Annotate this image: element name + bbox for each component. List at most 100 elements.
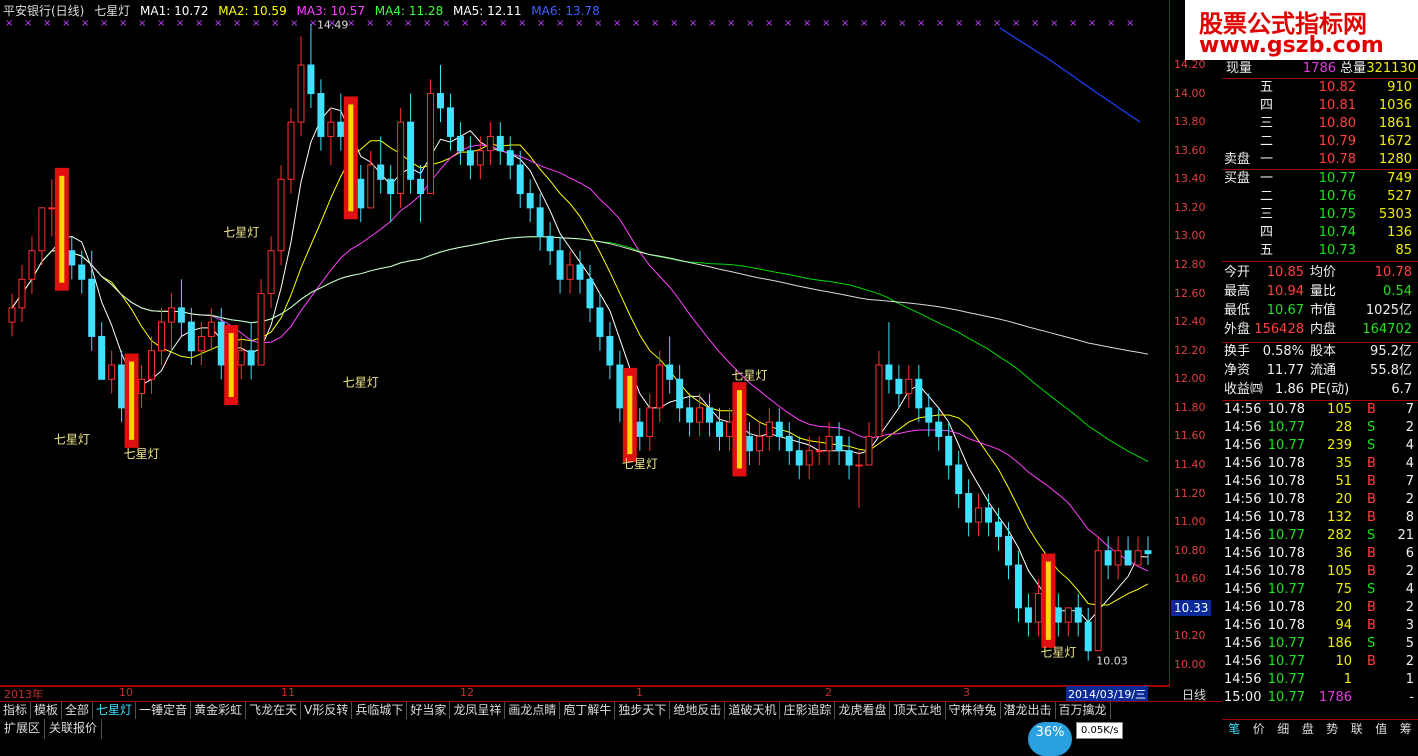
candle-body [926, 408, 932, 422]
indicator-tab[interactable]: 模板 [31, 702, 62, 719]
panel-tab[interactable]: 盘 [1296, 720, 1321, 740]
signal-marker: × [594, 18, 602, 29]
candle-body [826, 436, 832, 450]
indicator-tab[interactable]: 庄影追踪 [780, 702, 835, 719]
indicator-tab[interactable]: 顶天立地 [890, 702, 945, 719]
fund-row: 净资11.77流通55.8亿 [1222, 362, 1416, 380]
quote-cell: 21 [1397, 527, 1414, 545]
panel-tab[interactable]: 细 [1271, 720, 1296, 740]
quote-cell: 15:00 [1224, 689, 1261, 707]
candle-body [139, 379, 145, 393]
indicator-tab[interactable]: 画龙点睛 [505, 702, 560, 719]
signal-marker: × [195, 18, 203, 29]
price-tick: 13.40 [1174, 172, 1206, 185]
date-label-year: 2013年 [4, 686, 43, 702]
indicator-tab[interactable]: 一锤定音 [136, 702, 191, 719]
indicator-tab[interactable]: 独步天下 [615, 702, 670, 719]
indicator-tab[interactable]: 庖丁解牛 [560, 702, 615, 719]
candle-body [79, 265, 85, 279]
quote-cell: 10.67 [1267, 302, 1304, 320]
candle-body [836, 436, 842, 450]
panel-tab[interactable]: 联 [1345, 720, 1370, 740]
quote-cell: 10.75 [1319, 206, 1356, 224]
seven-star-label: 七星灯 [124, 447, 160, 461]
quote-cell: 1280 [1379, 151, 1412, 169]
indicator-tab[interactable]: 龙凤呈祥 [450, 702, 505, 719]
indicator-tab[interactable]: 黄金彩虹 [191, 702, 246, 719]
indicator-tab[interactable]: 守株待兔 [946, 702, 1001, 719]
seven-star-label: 七星灯 [622, 457, 658, 471]
candle-body [1125, 551, 1131, 565]
quote-cell: 14:56 [1224, 473, 1261, 491]
indicator-tab[interactable]: 七星灯 [93, 702, 136, 719]
candle-body [756, 436, 762, 450]
quote-cell: 收益㈣ [1224, 381, 1263, 399]
quote-cell: 55.8亿 [1370, 362, 1412, 380]
indicator-tab[interactable]: 飞龙在天 [246, 702, 301, 719]
ext-area-tab[interactable]: 扩展区 [0, 719, 45, 739]
panel-tab[interactable]: 筹 [1394, 720, 1418, 740]
indicator-tab[interactable]: 潜龙出击 [1001, 702, 1056, 719]
signal-marker: × [651, 18, 659, 29]
bid-row: 三10.755303 [1222, 206, 1416, 224]
candle-body [168, 308, 174, 322]
ma3-line [12, 145, 1148, 571]
indicator-tab[interactable]: 指标 [0, 702, 31, 719]
indicator-tab[interactable]: 道破天机 [725, 702, 780, 719]
quote-cell: B [1367, 599, 1376, 617]
kline-chart[interactable]: ××××××××××××××××××××××××××××××××××××××××… [0, 0, 1170, 686]
price-tick: 11.80 [1174, 401, 1206, 414]
site-logo: 股票公式指标网 www.gszb.com [1185, 0, 1418, 60]
quote-cell: 5 [1406, 635, 1414, 653]
chart-canvas[interactable]: ××××××××××××××××××××××××××××××××××××××××… [0, 0, 1170, 686]
quote-cell: 14:56 [1224, 653, 1261, 671]
signal-marker: × [119, 18, 127, 29]
quote-cell: 10 [1335, 653, 1352, 671]
quote-cell: 10.78 [1319, 151, 1356, 169]
panel-tabs: 笔价细盘势联值筹 [1222, 719, 1418, 740]
signal-marker: × [575, 18, 583, 29]
indicator-tab[interactable]: 百万擒龙 [1056, 702, 1111, 719]
candle-body [677, 379, 683, 408]
indicator-tab[interactable]: 龙虎看盘 [835, 702, 890, 719]
quote-cell: 三 [1260, 206, 1273, 224]
quote-cell: 最低 [1224, 302, 1250, 320]
seven-star-core [129, 362, 134, 440]
quote-cell: 35 [1335, 455, 1352, 473]
candle-body [707, 408, 713, 422]
indicator-tab[interactable]: 全部 [62, 702, 93, 719]
candle-body [248, 351, 254, 365]
panel-tab[interactable]: 价 [1247, 720, 1272, 740]
candle-body [288, 122, 294, 179]
related-quote-tab[interactable]: 关联报价 [45, 719, 102, 739]
candle-body [1135, 551, 1141, 565]
quote-cell: 10.78 [1268, 473, 1305, 491]
quote-cell: 1672 [1379, 133, 1412, 151]
quote-cell: 85 [1395, 242, 1412, 260]
tick-row: 14:5610.77239S4 [1222, 437, 1416, 455]
price-tick: 10.20 [1174, 629, 1206, 642]
indicator-tab[interactable]: 兵临城下 [352, 702, 407, 719]
candle-body [19, 279, 25, 308]
signal-marker: × [993, 18, 1001, 29]
signal-marker: × [841, 18, 849, 29]
tick-row: 14:5610.7710B2 [1222, 653, 1416, 671]
ask-row: 五10.82910 [1222, 79, 1416, 97]
fund-row: 换手0.58%股本95.2亿 [1222, 343, 1416, 361]
candle-body [667, 365, 673, 379]
indicator-tab[interactable]: 绝地反击 [670, 702, 725, 719]
quote-cell: 10.77 [1268, 581, 1305, 599]
indicator-tab[interactable]: 好当家 [407, 702, 450, 719]
signal-marker: × [43, 18, 51, 29]
indicator-tab[interactable]: V形反转 [301, 702, 352, 719]
panel-tab[interactable]: 值 [1369, 720, 1394, 740]
panel-tab[interactable]: 势 [1320, 720, 1345, 740]
signal-marker: × [784, 18, 792, 29]
candle-body [9, 308, 15, 322]
candle-body [806, 451, 812, 465]
quote-cell: 10.77 [1268, 635, 1305, 653]
panel-tab[interactable]: 笔 [1222, 720, 1247, 740]
quote-cell: 6.7 [1391, 381, 1412, 399]
signal-marker: × [822, 18, 830, 29]
seven-star-label: 七星灯 [223, 225, 259, 239]
